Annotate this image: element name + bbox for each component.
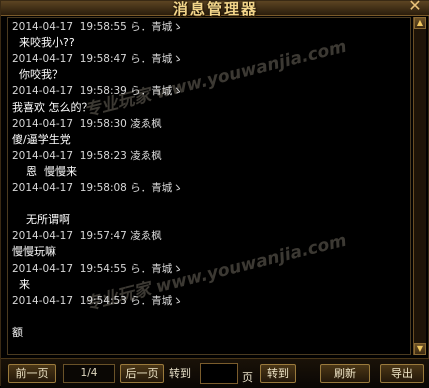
title-bar: 消息管理器 ✕	[1, 0, 429, 18]
page-indicator: 1/4	[63, 364, 115, 383]
message-text: 无所谓啊	[12, 213, 70, 227]
next-page-button[interactable]: 后一页	[120, 364, 164, 383]
page-unit-label: 页	[242, 371, 253, 384]
message-timestamp: 2014-04-17 19:58:08 ら．青城ゝ	[12, 182, 183, 194]
message-scrollbar[interactable]: ▲ ▼	[413, 17, 426, 355]
page-number-input[interactable]	[200, 363, 238, 384]
message-text: 我喜欢 怎么的？	[12, 100, 93, 114]
message-text: 慢慢玩嘛	[12, 245, 56, 259]
message-text: 来	[12, 277, 30, 291]
message-text: 恩 慢慢来	[12, 164, 77, 178]
scroll-up-icon[interactable]: ▲	[414, 17, 426, 29]
message-timestamp: 2014-04-17 19:58:47 ら．青城ゝ	[12, 53, 183, 66]
message-text: 来咬我小??	[12, 36, 75, 50]
message-text: 额	[12, 325, 23, 339]
message-timestamp: 2014-04-17 19:58:23 凌ゑ枫	[12, 149, 162, 162]
goto-label: 转到	[169, 367, 191, 380]
message-timestamp: 2014-04-17 19:58:55 ら．青城ゝ	[12, 21, 183, 33]
message-timestamp: 2014-04-17 19:57:47 凌ゑ枫	[12, 230, 162, 243]
refresh-button[interactable]: 刷新	[320, 364, 370, 383]
message-timestamp: 2014-04-17 19:54:55 ら．青城ゝ	[12, 262, 183, 275]
close-icon[interactable]: ✕	[406, 0, 424, 14]
message-timestamp: 2014-04-17 19:58:30 凌ゑ枫	[12, 117, 162, 130]
message-list: 专业玩家 www.youwanjia.com 专业玩家 www.youwanji…	[7, 17, 411, 355]
message-timestamp: 2014-04-17 19:54:53 ら．青城ゝ	[12, 294, 183, 307]
message-text: 傻/逼学生党	[12, 132, 71, 146]
message-text: 你咬我？	[12, 68, 63, 82]
bottom-toolbar: 前一页 1/4 后一页 转到 页 转到 刷新 导出	[1, 358, 429, 388]
scroll-track[interactable]	[414, 29, 426, 343]
scroll-down-icon[interactable]: ▼	[414, 343, 426, 355]
prev-page-button[interactable]: 前一页	[8, 364, 56, 383]
message-timestamp: 2014-04-17 19:58:39 ら．青城ゝ	[12, 85, 183, 98]
message-manager-window: 消息管理器 ✕ 专业玩家 www.youwanjia.com 专业玩家 www.…	[0, 0, 429, 388]
watermark-1: 专业玩家 www.youwanjia.com	[82, 36, 349, 122]
export-button[interactable]: 导出	[380, 364, 424, 383]
goto-button[interactable]: 转到	[260, 364, 296, 383]
